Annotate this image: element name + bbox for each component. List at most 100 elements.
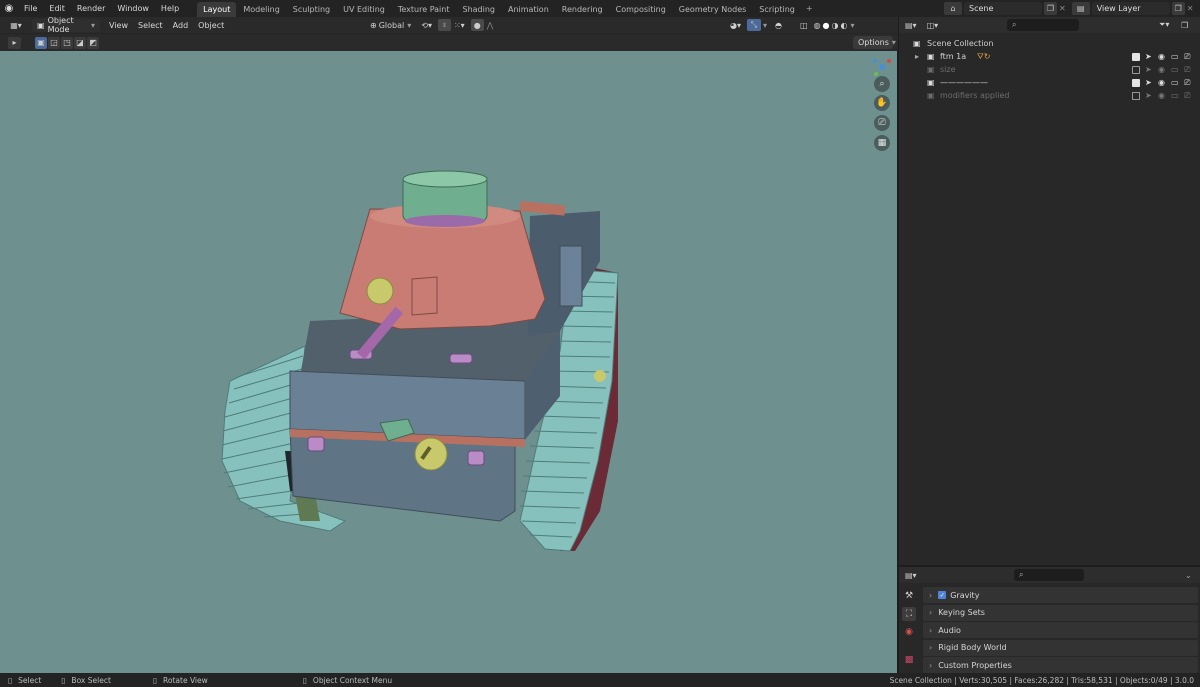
display-mode-icon[interactable]: ◫▾: [927, 21, 939, 30]
editor-type-icon[interactable]: ▦▾: [6, 19, 26, 31]
snap-target-icon[interactable]: ⁙▾: [454, 21, 465, 30]
selectable-icon[interactable]: ➤: [1145, 65, 1152, 74]
options-dropdown[interactable]: Options ▾: [853, 36, 896, 49]
shading-dropdown-icon[interactable]: ▾: [851, 21, 855, 30]
menu-window[interactable]: Window: [111, 0, 155, 17]
xray-icon[interactable]: ◫: [800, 21, 808, 30]
pin-icon[interactable]: ⌄: [1185, 571, 1192, 580]
filter-icon[interactable]: ⏷▾: [1159, 20, 1169, 30]
viewport-disable-icon[interactable]: ▭: [1171, 91, 1179, 100]
tab-geometry-nodes[interactable]: Geometry Nodes: [673, 2, 752, 17]
exclude-checkbox[interactable]: [1132, 52, 1140, 61]
expand-arrow-icon[interactable]: ▸: [915, 52, 919, 61]
texture-tab-icon[interactable]: ▩: [902, 653, 916, 667]
scene-collection-row[interactable]: ▣ Scene Collection: [899, 37, 1200, 50]
eye-icon[interactable]: ◉: [1158, 78, 1165, 87]
render-camera-icon[interactable]: ⎚: [1184, 65, 1190, 75]
snap-icon[interactable]: ⦂: [437, 19, 451, 31]
wireframe-shading-icon[interactable]: ◍: [814, 21, 821, 30]
outliner-editor-icon[interactable]: ▤▾: [905, 21, 917, 30]
tab-uv-editing[interactable]: UV Editing: [337, 2, 391, 17]
visibility-icon[interactable]: ◕▾: [730, 21, 741, 30]
panel-custom-properties[interactable]: › Custom Properties: [923, 657, 1198, 673]
render-camera-icon[interactable]: ⎚: [1184, 91, 1190, 101]
eye-icon[interactable]: ◉: [1158, 91, 1165, 100]
select-invert-icon[interactable]: ◪: [74, 36, 86, 49]
panel-keying-sets[interactable]: › Keying Sets: [923, 604, 1198, 621]
render-camera-icon[interactable]: ⎚: [1184, 52, 1190, 62]
panel-gravity[interactable]: › ✓ Gravity: [923, 587, 1198, 603]
falloff-icon[interactable]: ⋀: [487, 21, 494, 30]
panel-rigid-body-world[interactable]: › Rigid Body World: [923, 639, 1198, 656]
outliner-item[interactable]: ▣ size ➤ ◉ ▭ ⎚: [899, 63, 1200, 76]
3d-viewport[interactable]: ⌕ ✋ ⎚ ▦: [0, 51, 897, 673]
mode-dropdown[interactable]: ▣ Object Mode ▾: [32, 16, 100, 34]
new-collection-icon[interactable]: ❐: [1181, 21, 1188, 30]
pan-hand-icon[interactable]: ✋: [874, 95, 890, 111]
viewport-disable-icon[interactable]: ▭: [1171, 52, 1179, 61]
outliner-item[interactable]: ▸ ▣ ftm 1a ⛛↻ ➤ ◉ ▭ ⎚: [899, 50, 1200, 63]
rendered-shading-icon[interactable]: ◐: [841, 21, 848, 30]
gizmo-dropdown-icon[interactable]: ▾: [763, 21, 767, 30]
tab-scripting[interactable]: Scripting: [753, 2, 801, 17]
proportional-edit-icon[interactable]: ●: [470, 19, 484, 31]
tab-animation[interactable]: Animation: [502, 2, 555, 17]
exclude-checkbox[interactable]: [1132, 91, 1140, 100]
overlay-icon[interactable]: ◓: [775, 21, 782, 30]
gizmo-toggle-icon[interactable]: ⤡: [747, 19, 761, 31]
pivot-icon[interactable]: ⟲▾: [421, 21, 432, 30]
select-new-icon[interactable]: ▣: [35, 36, 47, 49]
view-layer-icon[interactable]: ▤: [1071, 2, 1090, 15]
perspective-grid-icon[interactable]: ▦: [874, 135, 890, 151]
gravity-checkbox[interactable]: ✓: [938, 591, 947, 599]
tab-shading[interactable]: Shading: [456, 2, 501, 17]
outliner-item[interactable]: ▣ modifiers applied ➤ ◉ ▭ ⎚: [899, 89, 1200, 102]
transform-orientation-dropdown[interactable]: Global: [379, 21, 405, 30]
tab-layout[interactable]: Layout: [197, 2, 237, 17]
material-shading-icon[interactable]: ◑: [832, 21, 839, 30]
viewport-menu-object[interactable]: Object: [193, 17, 229, 34]
viewport-menu-select[interactable]: Select: [133, 17, 168, 34]
viewport-menu-add[interactable]: Add: [168, 17, 194, 34]
properties-editor-icon[interactable]: ▤▾: [905, 571, 917, 580]
select-extend-icon[interactable]: ◲: [48, 36, 60, 49]
exclude-checkbox[interactable]: [1132, 65, 1140, 74]
selectable-icon[interactable]: ➤: [1145, 91, 1152, 100]
active-tool-icon[interactable]: ▸: [8, 36, 21, 49]
scene-field[interactable]: Scene: [964, 2, 1042, 15]
selectable-icon[interactable]: ➤: [1145, 78, 1152, 87]
tab-texture-paint[interactable]: Texture Paint: [392, 2, 456, 17]
menu-render[interactable]: Render: [71, 0, 111, 17]
render-camera-icon[interactable]: ⎚: [1184, 78, 1190, 88]
solid-shading-icon[interactable]: ●: [823, 21, 830, 30]
selectable-icon[interactable]: ➤: [1145, 52, 1152, 61]
remove-scene-icon[interactable]: ✕: [1059, 4, 1066, 13]
tool-tab-icon[interactable]: ⚒: [902, 589, 916, 603]
exclude-checkbox[interactable]: [1132, 78, 1140, 87]
view-layer-field[interactable]: View Layer: [1091, 2, 1170, 15]
blender-logo-icon[interactable]: ◉: [0, 0, 18, 17]
viewport-disable-icon[interactable]: ▭: [1171, 65, 1179, 74]
properties-search-input[interactable]: ⌕: [1014, 569, 1084, 581]
tab-modeling[interactable]: Modeling: [237, 2, 285, 17]
eye-icon[interactable]: ◉: [1158, 65, 1165, 74]
viewport-menu-view[interactable]: View: [104, 17, 133, 34]
panel-audio[interactable]: › Audio: [923, 622, 1198, 638]
select-subtract-icon[interactable]: ◳: [61, 36, 73, 49]
tab-compositing[interactable]: Compositing: [610, 2, 672, 17]
remove-view-layer-icon[interactable]: ✕: [1187, 4, 1194, 13]
outliner-search-input[interactable]: ⌕: [1007, 19, 1079, 31]
tab-sculpting[interactable]: Sculpting: [287, 2, 336, 17]
eye-icon[interactable]: ◉: [1158, 52, 1165, 61]
viewport-disable-icon[interactable]: ▭: [1171, 78, 1179, 87]
camera-icon[interactable]: ⎚: [874, 115, 890, 131]
menu-edit[interactable]: Edit: [43, 0, 71, 17]
outliner-item[interactable]: ▣ —————— ➤ ◉ ▭ ⎚: [899, 76, 1200, 89]
scene-tab-icon[interactable]: ⛶: [902, 607, 916, 621]
world-tab-icon[interactable]: ◉: [902, 625, 916, 639]
add-workspace-icon[interactable]: +: [802, 4, 817, 13]
new-scene-icon[interactable]: ❐: [1044, 2, 1057, 15]
scene-icon[interactable]: ⌂: [944, 2, 962, 15]
tab-rendering[interactable]: Rendering: [556, 2, 609, 17]
menu-file[interactable]: File: [18, 0, 43, 17]
